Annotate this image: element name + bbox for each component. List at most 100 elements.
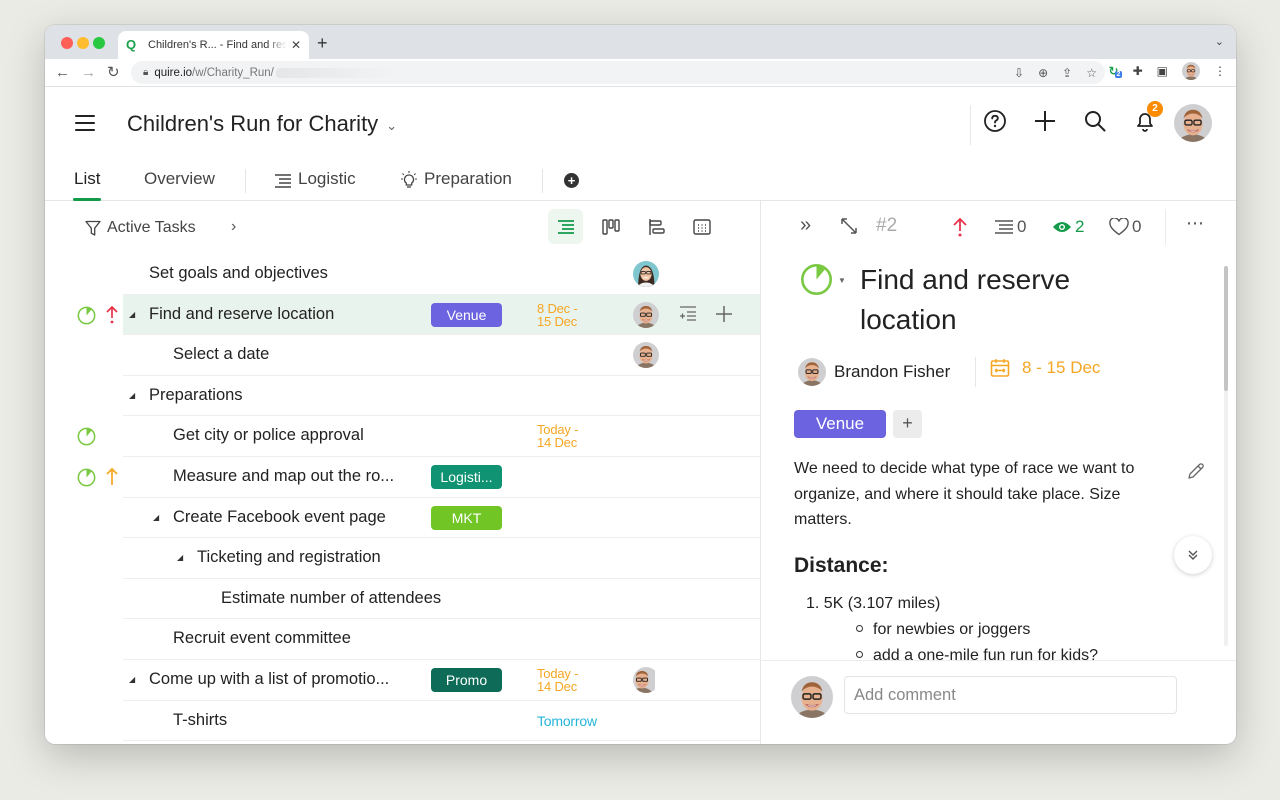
new-tab-button[interactable]: + (317, 34, 328, 52)
task-row[interactable]: T-shirts Tomorrow (45, 699, 760, 742)
task-row[interactable]: ◢ Create Facebook event page MKT (45, 496, 760, 539)
install-app-icon[interactable]: ⇩ (1014, 66, 1024, 80)
task-tag[interactable]: Promo (431, 667, 502, 692)
timeline-view-button[interactable] (639, 209, 674, 244)
add-view-button[interactable]: + (564, 173, 579, 188)
task-status-in-progress-icon[interactable] (77, 427, 96, 446)
likes-count[interactable]: 0 (1109, 217, 1141, 237)
priority-urgent-icon[interactable] (952, 217, 968, 237)
task-name[interactable]: Create Facebook event page (173, 508, 386, 527)
task-row[interactable]: ◢ Come up with a list of promotio... Promo… (45, 658, 760, 701)
task-name[interactable]: Estimate number of attendees (221, 589, 441, 608)
close-window-button[interactable] (61, 37, 73, 49)
extensions-puzzle-icon[interactable]: ✚ (1133, 64, 1143, 78)
task-name[interactable]: Select a date (173, 345, 269, 364)
browser-tab[interactable]: Q Children's R... - Find and reserve loc… (118, 31, 309, 59)
status-caret-icon[interactable]: ▼ (838, 276, 846, 285)
subtasks-count[interactable]: 0 (994, 217, 1026, 237)
task-description[interactable]: We need to decide what type of race we w… (794, 456, 1154, 533)
filter-button[interactable]: Active Tasks (85, 219, 196, 237)
help-icon[interactable] (983, 109, 1007, 133)
side-panel-icon[interactable]: ▣ (1157, 64, 1168, 78)
priority-high-icon[interactable] (105, 467, 119, 487)
task-status-in-progress-icon[interactable] (800, 263, 833, 296)
task-name[interactable]: Preparations (149, 386, 243, 405)
tab-list[interactable]: List (72, 169, 102, 201)
task-due-date[interactable]: Today -14 Dec (537, 423, 578, 449)
share-icon[interactable]: ⇪ (1062, 66, 1072, 80)
task-status-in-progress-icon[interactable] (77, 306, 96, 325)
profile-avatar[interactable] (1182, 62, 1200, 80)
task-name[interactable]: Set goals and objectives (149, 264, 328, 283)
search-icon[interactable] (1083, 109, 1107, 133)
expand-caret-icon[interactable]: ◢ (129, 675, 135, 684)
forward-arrow-icon[interactable]: → (81, 63, 96, 83)
detail-scrollbar[interactable] (1224, 266, 1228, 391)
task-name[interactable]: Come up with a list of promotio... (149, 670, 389, 689)
expand-caret-icon[interactable]: ◢ (177, 553, 183, 562)
task-tag[interactable]: MKT (431, 505, 502, 530)
menu-hamburger-icon[interactable] (75, 115, 95, 131)
add-comment-input[interactable] (844, 676, 1177, 714)
minimize-window-button[interactable] (77, 37, 89, 49)
task-due-date[interactable]: Today -14 Dec (537, 667, 578, 693)
expand-caret-icon[interactable]: ◢ (153, 513, 159, 522)
task-row[interactable]: Set goals and objectives (45, 253, 760, 295)
task-status-in-progress-icon[interactable] (77, 468, 96, 487)
chrome-menu-icon[interactable]: ⋮ (1214, 64, 1226, 78)
task-row[interactable]: Get city or police approval Today -14 Dec (45, 415, 760, 457)
scroll-down-double-chevron-icon[interactable] (1174, 536, 1212, 574)
notifications-bell-icon[interactable]: 2 (1133, 101, 1163, 133)
project-title-dropdown[interactable]: Children's Run for Charity ⌄ (127, 111, 397, 137)
more-options-icon[interactable]: ⋯ (1186, 213, 1204, 234)
tab-logistic[interactable]: Logistic (274, 169, 356, 201)
chevron-right-icon[interactable]: › (231, 218, 236, 236)
task-title[interactable]: Find and reserve location (860, 260, 1160, 340)
assignee-avatar[interactable] (633, 342, 659, 368)
user-avatar[interactable] (1174, 104, 1212, 142)
tag-venue[interactable]: Venue (794, 410, 886, 438)
task-row[interactable]: Estimate number of attendees (45, 577, 760, 620)
reload-icon[interactable]: ↻ (107, 63, 120, 83)
bookmark-star-icon[interactable]: ☆ (1086, 66, 1097, 80)
expand-arrows-icon[interactable] (840, 217, 858, 235)
task-name[interactable]: Find and reserve location (149, 305, 334, 324)
task-tag[interactable]: Venue (431, 302, 502, 327)
url-bar[interactable]: 🔒︎ quire.io/w/Charity_Run/ ⇩ ⊕ ⇪ ☆ (131, 61, 1105, 84)
expand-caret-icon[interactable]: ◢ (129, 310, 135, 319)
task-name[interactable]: Ticketing and registration (197, 548, 381, 567)
task-row[interactable]: Select a date (45, 334, 760, 376)
task-row[interactable]: ◢ Preparations (45, 374, 760, 417)
tab-preparation[interactable]: Preparation (400, 169, 512, 201)
watchers-count[interactable]: 2 (1052, 217, 1084, 237)
task-name[interactable]: Recruit event committee (173, 629, 351, 648)
task-row[interactable]: Recruit event committee (45, 618, 760, 660)
collapse-panel-icon[interactable]: » (800, 214, 811, 237)
assignees-avatar-group[interactable] (633, 667, 659, 693)
add-icon[interactable] (1033, 109, 1057, 133)
calendar-view-button[interactable] (684, 209, 719, 244)
task-name[interactable]: T-shirts (173, 711, 227, 730)
zoom-icon[interactable]: ⊕ (1038, 66, 1048, 80)
add-task-plus-icon[interactable] (715, 305, 733, 323)
task-name[interactable]: Get city or police approval (173, 426, 364, 445)
assignee-field[interactable]: Brandon Fisher (798, 358, 950, 386)
maximize-window-button[interactable] (93, 37, 105, 49)
extension-icon[interactable]: ↻ 2 (1109, 64, 1123, 78)
edit-pencil-icon[interactable] (1186, 461, 1206, 481)
assignee-avatar[interactable] (633, 261, 659, 287)
assignee-avatar[interactable] (633, 302, 659, 328)
task-name[interactable]: Measure and map out the ro... (173, 467, 394, 486)
close-tab-icon[interactable]: ✕ (291, 38, 301, 52)
task-due-date[interactable]: 8 Dec -15 Dec (537, 302, 578, 328)
expand-caret-icon[interactable]: ◢ (129, 391, 135, 400)
board-view-button[interactable] (593, 209, 628, 244)
priority-urgent-icon[interactable] (105, 305, 119, 325)
task-row[interactable]: ◢ Ticketing and registration (45, 537, 760, 579)
tab-search-chevron-icon[interactable]: ⌄ (1215, 35, 1224, 48)
list-view-button[interactable] (548, 209, 583, 244)
date-range-field[interactable]: 8 - 15 Dec (990, 358, 1100, 378)
add-subtask-icon[interactable] (679, 305, 697, 322)
add-tag-button[interactable]: + (893, 410, 922, 438)
task-row[interactable]: ◢ Find and reserve location Venue 8 Dec -15… (45, 293, 760, 336)
